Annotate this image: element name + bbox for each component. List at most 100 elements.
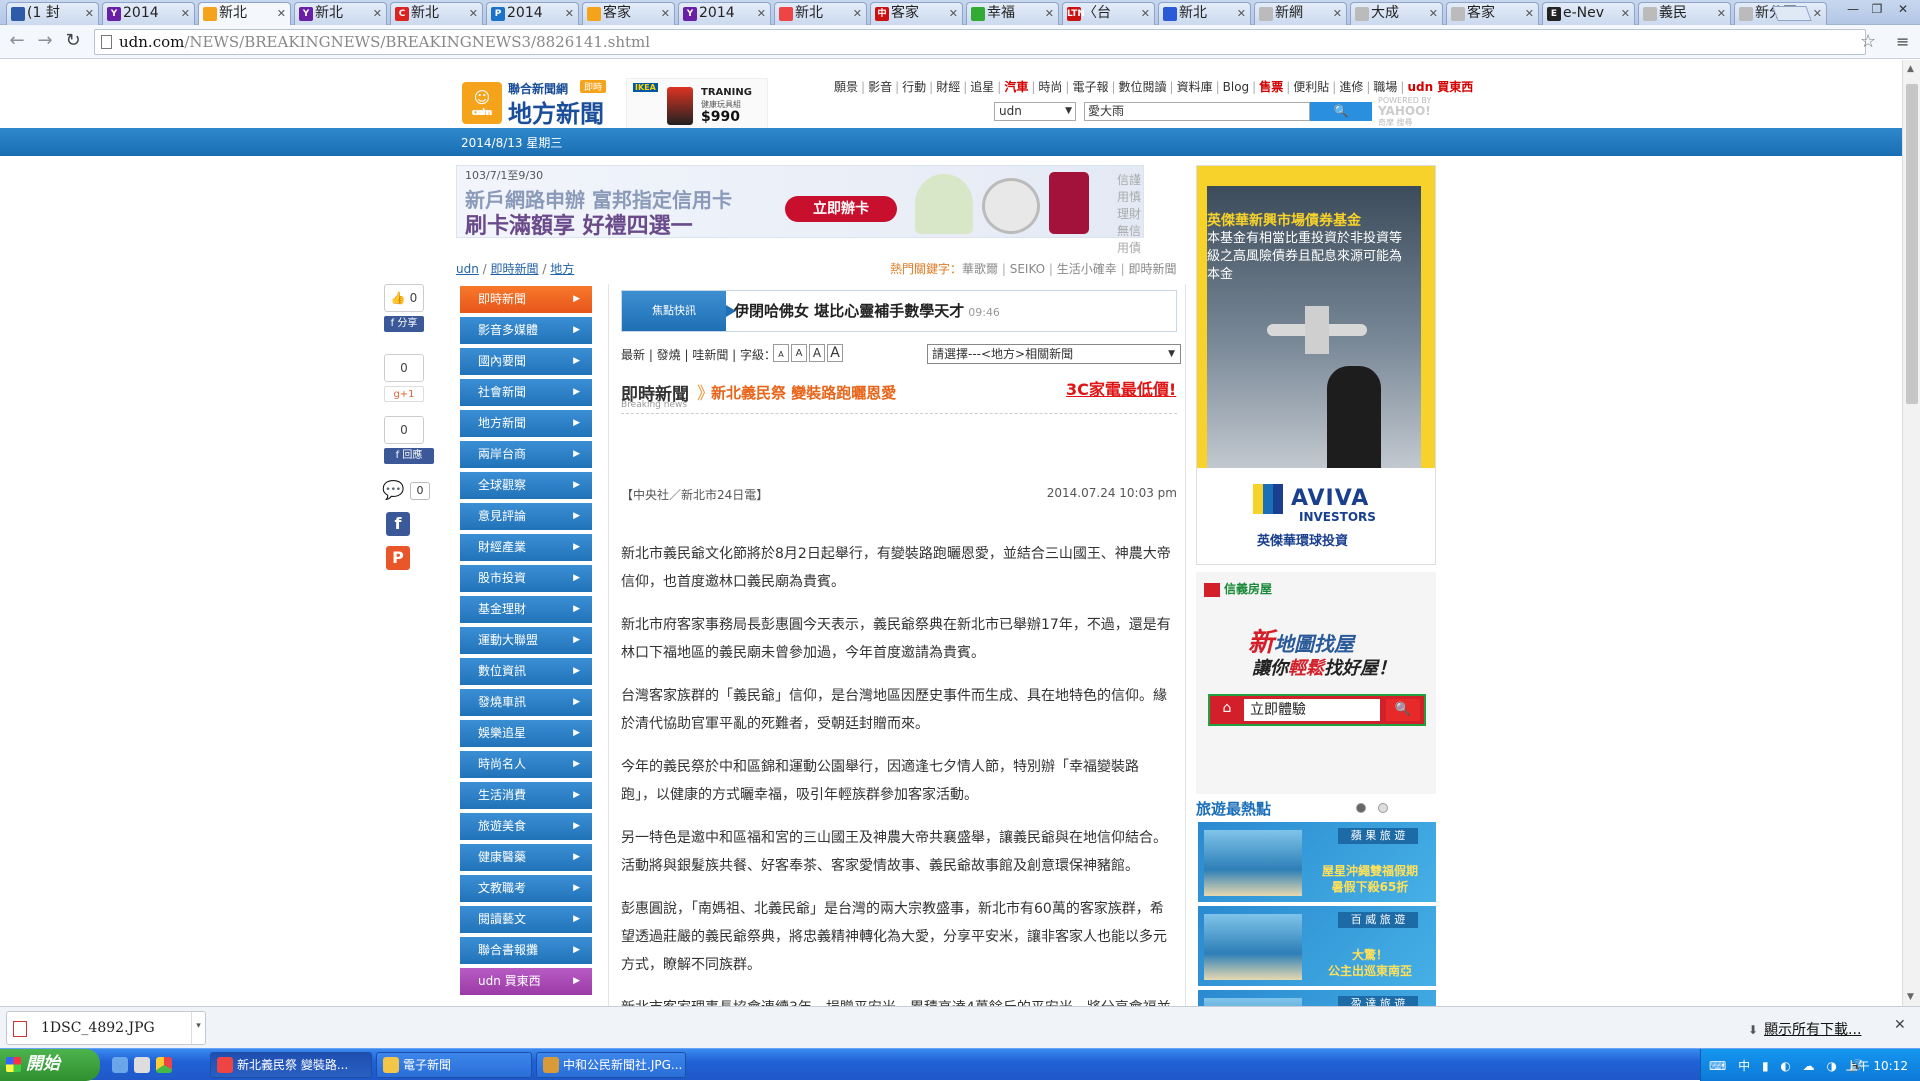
close-tab-icon[interactable]: ✕ xyxy=(277,3,286,24)
category-item[interactable]: 基金理財 ▶ xyxy=(460,596,592,623)
download-item[interactable]: 1DSC_4892.JPG ▾ xyxy=(6,1011,206,1045)
close-tab-icon[interactable]: ✕ xyxy=(85,3,94,24)
tab[interactable]: LTN 〈台 ✕ xyxy=(1062,2,1155,25)
top-nav-link[interactable]: 影音 xyxy=(868,80,892,94)
close-tab-icon[interactable]: ✕ xyxy=(853,3,862,24)
hot-keyword-link[interactable]: SEIKO xyxy=(1010,262,1045,276)
top-nav-link[interactable]: 資料庫 xyxy=(1177,80,1213,94)
category-item[interactable]: 地方新聞 ▶ xyxy=(460,410,592,437)
chevron-down-icon[interactable]: ▾ xyxy=(191,1012,205,1044)
site-logo[interactable]: ☺ udn. com 聯合新聞網 即時 地方新聞 xyxy=(462,78,622,128)
facebook-icon[interactable]: f xyxy=(386,512,410,536)
top-nav-link[interactable]: 追星 xyxy=(970,80,994,94)
category-item[interactable]: 股市投資 ▶ xyxy=(460,565,592,592)
close-tab-icon[interactable]: ✕ xyxy=(565,3,574,24)
category-item[interactable]: 意見評論 ▶ xyxy=(460,503,592,530)
category-item[interactable]: 社會新聞 ▶ xyxy=(460,379,592,406)
close-tab-icon[interactable]: ✕ xyxy=(469,3,478,24)
carousel-dot-1[interactable] xyxy=(1356,803,1366,813)
ie-icon[interactable] xyxy=(112,1057,128,1073)
tab[interactable]: 新網 ✕ xyxy=(1254,2,1347,25)
close-tab-icon[interactable]: ✕ xyxy=(949,3,958,24)
aviva-ad[interactable]: 英傑華新興市場債券基金 本基金有相當比重投資於非投資等級之高風險債券且配息來源可… xyxy=(1196,165,1436,565)
category-item[interactable]: 財經產業 ▶ xyxy=(460,534,592,561)
banner-ad[interactable]: 103/7/1至9/30 新戶網路申辦 富邦指定信用卡 刷卡滿額享 好禮四選一 … xyxy=(456,165,1144,255)
close-tab-icon[interactable]: ✕ xyxy=(661,3,670,24)
close-tab-icon[interactable]: ✕ xyxy=(1141,3,1150,24)
breadcrumb-udn[interactable]: udn xyxy=(456,262,479,276)
taskbar-task[interactable]: 電子新聞 xyxy=(376,1052,532,1078)
tab[interactable]: Y 新北 ✕ xyxy=(294,2,387,25)
gplus-button[interactable]: g+1 xyxy=(384,386,424,402)
close-tab-icon[interactable]: ✕ xyxy=(181,3,190,24)
new-tab-button[interactable] xyxy=(1772,6,1812,21)
close-tab-icon[interactable]: ✕ xyxy=(1621,3,1630,24)
category-item[interactable]: 運動大聯盟 ▶ xyxy=(460,627,592,654)
close-tab-icon[interactable]: ✕ xyxy=(1237,3,1246,24)
close-icon[interactable]: ✕ xyxy=(1894,1017,1906,1033)
close-tab-icon[interactable]: ✕ xyxy=(1525,3,1534,24)
top-nav-link[interactable]: 進修 xyxy=(1339,80,1363,94)
category-item[interactable]: 國內要聞 ▶ xyxy=(460,348,592,375)
travel-card[interactable]: 百 威 旅 遊大驚！ 公主出巡東南亞 xyxy=(1198,906,1436,986)
category-item[interactable]: udn 買東西 ▶ xyxy=(460,968,592,995)
top-nav-link[interactable]: 便利貼 xyxy=(1293,80,1329,94)
top-nav-link[interactable]: 願景 xyxy=(834,80,858,94)
category-item[interactable]: 生活消費 ▶ xyxy=(460,782,592,809)
sinyi-search-button[interactable]: 🔍 xyxy=(1386,699,1420,721)
font-size-m[interactable]: A xyxy=(809,344,825,362)
article-tool-links[interactable]: 最新 | 發燒 | 哇新聞 | 字級： xyxy=(621,346,776,363)
top-nav-link[interactable]: udn 買東西 xyxy=(1407,80,1473,94)
tab[interactable]: Ee-Nev ✕ xyxy=(1542,2,1635,25)
restore-button[interactable]: ❐ xyxy=(1864,0,1890,18)
like-button[interactable]: 👍 0 xyxy=(384,284,424,312)
reload-icon[interactable]: ↻ xyxy=(62,31,84,53)
header-ad[interactable]: IKEA TRANING 健康玩具組 $990 xyxy=(626,78,768,130)
close-tab-icon[interactable]: ✕ xyxy=(1045,3,1054,24)
show-all-downloads-link[interactable]: 顯示所有下載... xyxy=(1748,1019,1861,1039)
search-scope-select[interactable]: udn ▼ xyxy=(994,102,1076,121)
tab[interactable]: 義民 ✕ xyxy=(1638,2,1731,25)
close-tab-icon[interactable]: ✕ xyxy=(1813,3,1822,24)
carousel-dot-2[interactable] xyxy=(1378,803,1388,813)
top-nav-link[interactable]: 行動 xyxy=(902,80,926,94)
top-nav-link[interactable]: 售票 xyxy=(1259,80,1283,94)
tab[interactable]: 新北 ✕ xyxy=(198,2,291,26)
menu-icon[interactable]: ≡ xyxy=(1896,32,1909,51)
hot-keyword-link[interactable]: 生活小確幸 xyxy=(1057,262,1117,276)
category-item[interactable]: 娛樂追星 ▶ xyxy=(460,720,592,747)
tab[interactable]: 新北 ✕ xyxy=(1158,2,1251,25)
travel-card[interactable]: 盈 達 旅 遊超航回饋專案~買機票送酒店住宿 xyxy=(1198,990,1436,1006)
minimize-button[interactable]: — xyxy=(1840,0,1866,18)
close-tab-icon[interactable]: ✕ xyxy=(373,3,382,24)
tab[interactable]: Y 2014 ✕ xyxy=(102,2,195,25)
category-item[interactable]: 聯合書報攤 ▶ xyxy=(460,937,592,964)
tab[interactable]: 客家 ✕ xyxy=(582,2,675,25)
site-search-button[interactable]: 🔍 xyxy=(1310,102,1372,121)
category-item[interactable]: 數位資訊 ▶ xyxy=(460,658,592,685)
font-size-xs[interactable]: A xyxy=(773,344,789,362)
start-button[interactable]: 開始 xyxy=(0,1049,100,1081)
flash-headline-link[interactable]: 伊閉哈佛女 堪比心靈補手數學天才 09:46 xyxy=(734,291,1000,333)
breadcrumb-local[interactable]: 地方 xyxy=(550,262,574,276)
facebook-reply-button[interactable]: f 回應 xyxy=(384,448,434,464)
category-item[interactable]: 文教職考 ▶ xyxy=(460,875,592,902)
tab[interactable]: 大成 ✕ xyxy=(1350,2,1443,25)
top-nav-link[interactable]: Blog xyxy=(1223,80,1250,94)
back-icon[interactable]: ← xyxy=(6,31,28,53)
tray-icons[interactable]: ⌨ 中 ▮ ◐ ☁ ◑ 🔊 xyxy=(1709,1057,1868,1074)
close-tab-icon[interactable]: ✕ xyxy=(1717,3,1726,24)
chrome-icon[interactable] xyxy=(156,1057,172,1073)
taskbar-task[interactable]: 中和公民新聞社.JPG... xyxy=(536,1052,686,1078)
top-nav-link[interactable]: 汽車 xyxy=(1004,80,1028,94)
close-window-button[interactable]: ✕ xyxy=(1890,0,1916,18)
facebook-share-button[interactable]: f 分享 xyxy=(384,316,424,332)
address-bar[interactable]: udn.com/NEWS/BREAKINGNEWS/BREAKINGNEWS3/… xyxy=(94,29,1866,55)
font-size-s[interactable]: A xyxy=(791,344,807,362)
tab[interactable]: 幸福 ✕ xyxy=(966,2,1059,25)
scrollbar-thumb[interactable] xyxy=(1906,84,1918,404)
tab[interactable]: 中客家 ✕ xyxy=(870,2,963,25)
category-item[interactable]: 旅遊美食 ▶ xyxy=(460,813,592,840)
tab[interactable]: P 2014 ✕ xyxy=(486,2,579,25)
taskbar-task[interactable]: 新北義民祭 變裝路... xyxy=(210,1052,372,1078)
